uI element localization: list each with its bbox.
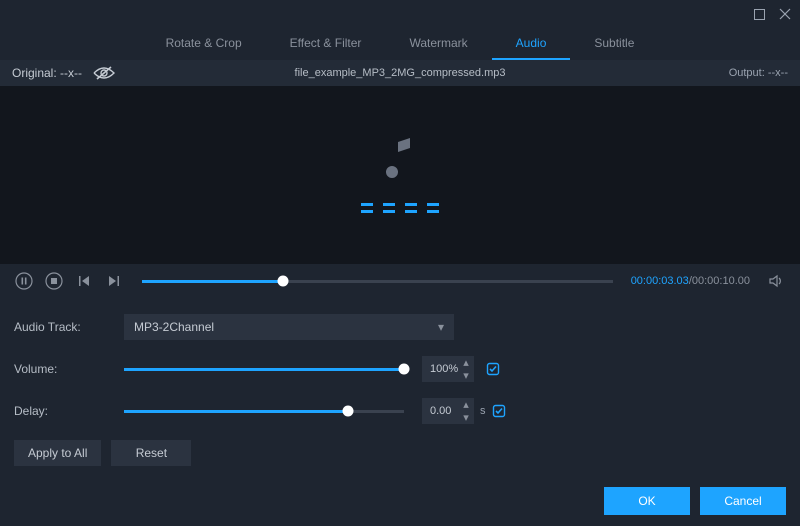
audio-track-select[interactable]: MP3-2Channel ▾	[124, 314, 454, 340]
tab-watermark[interactable]: Watermark	[385, 28, 491, 60]
delay-label: Delay:	[14, 404, 124, 418]
eye-off-icon[interactable]	[92, 65, 116, 81]
volume-value: 100%	[430, 363, 458, 375]
reset-button[interactable]: Reset	[111, 440, 191, 466]
tab-effect-filter[interactable]: Effect & Filter	[266, 28, 386, 60]
tab-rotate-crop[interactable]: Rotate & Crop	[142, 28, 266, 60]
preview-area	[0, 86, 800, 264]
prev-frame-button[interactable]	[74, 271, 94, 291]
filename-label: file_example_MP3_2MG_compressed.mp3	[295, 67, 506, 79]
footer: OK Cancel	[0, 476, 800, 526]
music-note-icon	[384, 138, 416, 185]
delay-down-button[interactable]: ▾	[460, 413, 472, 422]
delay-reset-button[interactable]	[490, 402, 508, 420]
playback-controls: 00:00:03.03/00:00:10.00	[0, 264, 800, 298]
delay-unit: s	[480, 405, 486, 417]
volume-down-button[interactable]: ▾	[460, 371, 472, 380]
tab-bar: Rotate & Crop Effect & Filter Watermark …	[0, 28, 800, 60]
original-size-label: Original: --x--	[12, 66, 82, 80]
audio-track-label: Audio Track:	[14, 320, 124, 334]
cancel-button[interactable]: Cancel	[700, 487, 786, 515]
volume-slider[interactable]	[124, 359, 404, 379]
audio-settings: Audio Track: MP3-2Channel ▾ Volume: 100%…	[0, 298, 800, 476]
close-button[interactable]	[778, 7, 792, 21]
tab-audio[interactable]: Audio	[492, 28, 571, 60]
tab-subtitle[interactable]: Subtitle	[570, 28, 658, 60]
output-size-label: Output: --x--	[729, 67, 788, 79]
audio-track-value: MP3-2Channel	[134, 320, 214, 334]
ok-button[interactable]: OK	[604, 487, 690, 515]
delay-up-button[interactable]: ▴	[460, 400, 472, 409]
equalizer-icon	[361, 203, 439, 213]
pause-button[interactable]	[14, 271, 34, 291]
apply-to-all-button[interactable]: Apply to All	[14, 440, 101, 466]
volume-up-button[interactable]: ▴	[460, 358, 472, 367]
delay-value: 0.00	[430, 405, 451, 417]
chevron-down-icon: ▾	[438, 320, 444, 334]
maximize-button[interactable]	[752, 7, 766, 21]
volume-icon[interactable]	[766, 271, 786, 291]
playback-slider[interactable]	[142, 271, 613, 291]
delay-spinner[interactable]: 0.00 ▴ ▾	[422, 398, 474, 424]
delay-slider[interactable]	[124, 401, 404, 421]
titlebar	[0, 0, 800, 28]
duration: 00:00:10.00	[692, 275, 750, 287]
volume-reset-button[interactable]	[484, 360, 502, 378]
volume-label: Volume:	[14, 362, 124, 376]
next-frame-button[interactable]	[104, 271, 124, 291]
info-bar: Original: --x-- file_example_MP3_2MG_com…	[0, 60, 800, 86]
current-time: 00:00:03.03	[631, 275, 689, 287]
volume-spinner[interactable]: 100% ▴ ▾	[422, 356, 474, 382]
stop-button[interactable]	[44, 271, 64, 291]
